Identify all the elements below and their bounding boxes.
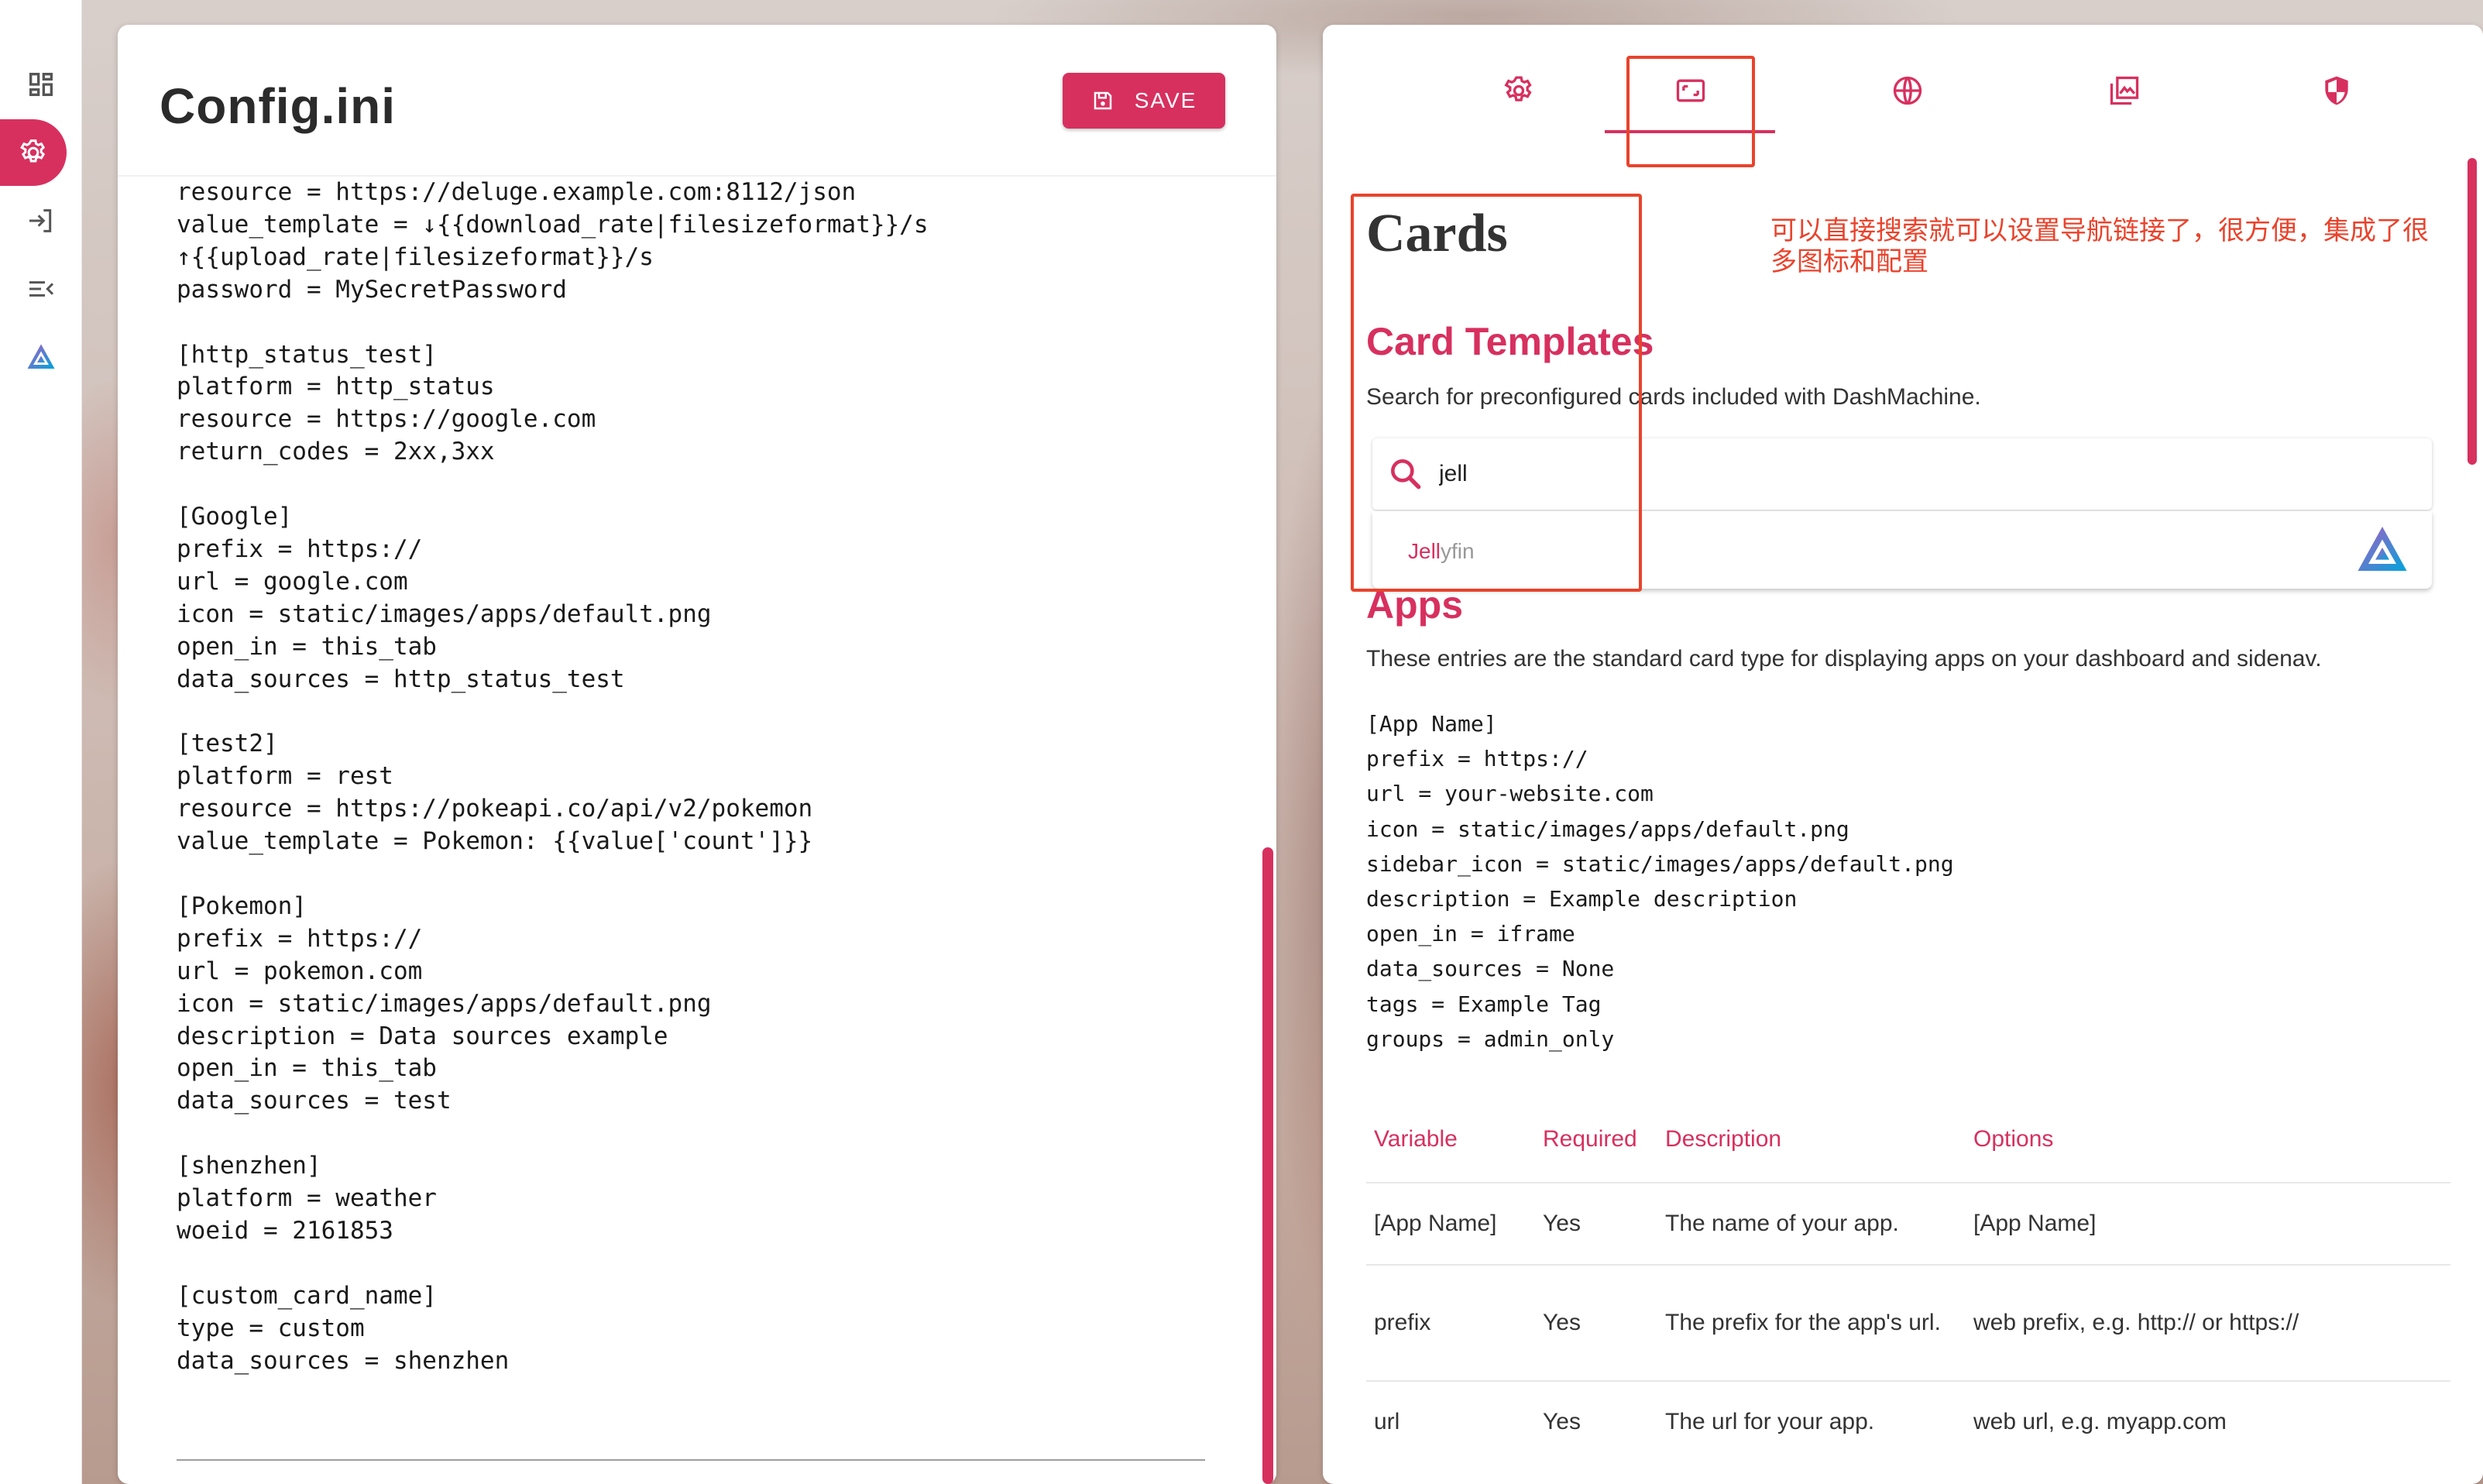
table-header-cell: Description	[1665, 1126, 1782, 1152]
menu-collapse-icon	[29, 281, 54, 297]
table-row: url Yes The url for your app. web url, e…	[1366, 1382, 2450, 1462]
table-cell: prefix	[1374, 1310, 1431, 1335]
table-cell: web prefix, e.g. http:// or https://	[1973, 1310, 2299, 1335]
nav-jellyfin[interactable]	[0, 324, 82, 390]
tab-globe[interactable]	[1825, 25, 1990, 156]
table-cell: The name of your app.	[1665, 1211, 1899, 1236]
table-cell: [App Name]	[1973, 1211, 2097, 1236]
table-cell: url	[1374, 1409, 1400, 1434]
table-header-row: Variable Required Description Options	[1366, 1097, 2450, 1183]
editor-title: Config.ini	[160, 78, 397, 134]
nav-rail	[0, 0, 82, 1484]
login-icon	[29, 209, 52, 232]
save-button-label: SAVE	[1134, 88, 1197, 112]
annotation-text: 可以直接搜索就可以设置导航链接了，很方便，集成了很多图标和配置	[1770, 215, 2429, 277]
annotation-box-tab	[1626, 56, 1755, 167]
jellyfin-icon	[2358, 527, 2407, 571]
dashboard-icon	[29, 73, 53, 96]
table-cell: The url for your app.	[1665, 1409, 1875, 1434]
nav-collapse[interactable]	[0, 256, 82, 322]
table-row: prefix Yes The prefix for the app's url.…	[1366, 1266, 2450, 1382]
tab-security[interactable]	[2254, 25, 2419, 156]
editor-scrollbar[interactable]	[1262, 847, 1273, 1484]
editor-bottom-line	[177, 1459, 1205, 1461]
config-code-editor[interactable]: resource = https://deluge.example.com:81…	[177, 177, 1245, 1431]
table-cell: [App Name]	[1374, 1211, 1497, 1236]
jellyfin-icon	[27, 344, 55, 369]
table-row: [App Name] Yes The name of your app. [Ap…	[1366, 1183, 2450, 1266]
nav-settings[interactable]	[0, 119, 67, 186]
images-icon	[2110, 76, 2139, 105]
table-header-cell: Required	[1543, 1126, 1637, 1152]
tab-images[interactable]	[2042, 25, 2207, 156]
nav-login[interactable]	[0, 187, 82, 254]
table-cell: Yes	[1543, 1409, 1581, 1434]
tab-settings[interactable]	[1436, 25, 1602, 156]
table-cell: The prefix for the app's url.	[1665, 1310, 1941, 1335]
annotation-box-search	[1351, 194, 1642, 592]
nav-dashboard[interactable]	[0, 51, 82, 118]
settings-icon	[1504, 76, 1532, 101]
apps-variables-table: Variable Required Description Options [A…	[1366, 1097, 2450, 1462]
config-editor-panel: Config.ini SAVE resource = https://delug…	[118, 25, 1276, 1484]
save-icon	[1094, 91, 1111, 110]
save-button[interactable]: SAVE	[1063, 73, 1225, 129]
table-cell: Yes	[1543, 1211, 1581, 1236]
table-cell: web url, e.g. myapp.com	[1973, 1409, 2227, 1434]
shield-icon	[2325, 76, 2348, 105]
table-cell: Yes	[1543, 1310, 1581, 1335]
globe-icon	[1893, 76, 1922, 105]
apps-description: These entries are the standard card type…	[1366, 646, 2322, 672]
settings-icon	[20, 139, 46, 163]
table-header-cell: Options	[1973, 1126, 2054, 1152]
apps-code-sample: [App Name] prefix = https:// url = your-…	[1366, 711, 1954, 1052]
table-header-cell: Variable	[1374, 1126, 1458, 1152]
docs-scrollbar[interactable]	[2468, 158, 2477, 465]
